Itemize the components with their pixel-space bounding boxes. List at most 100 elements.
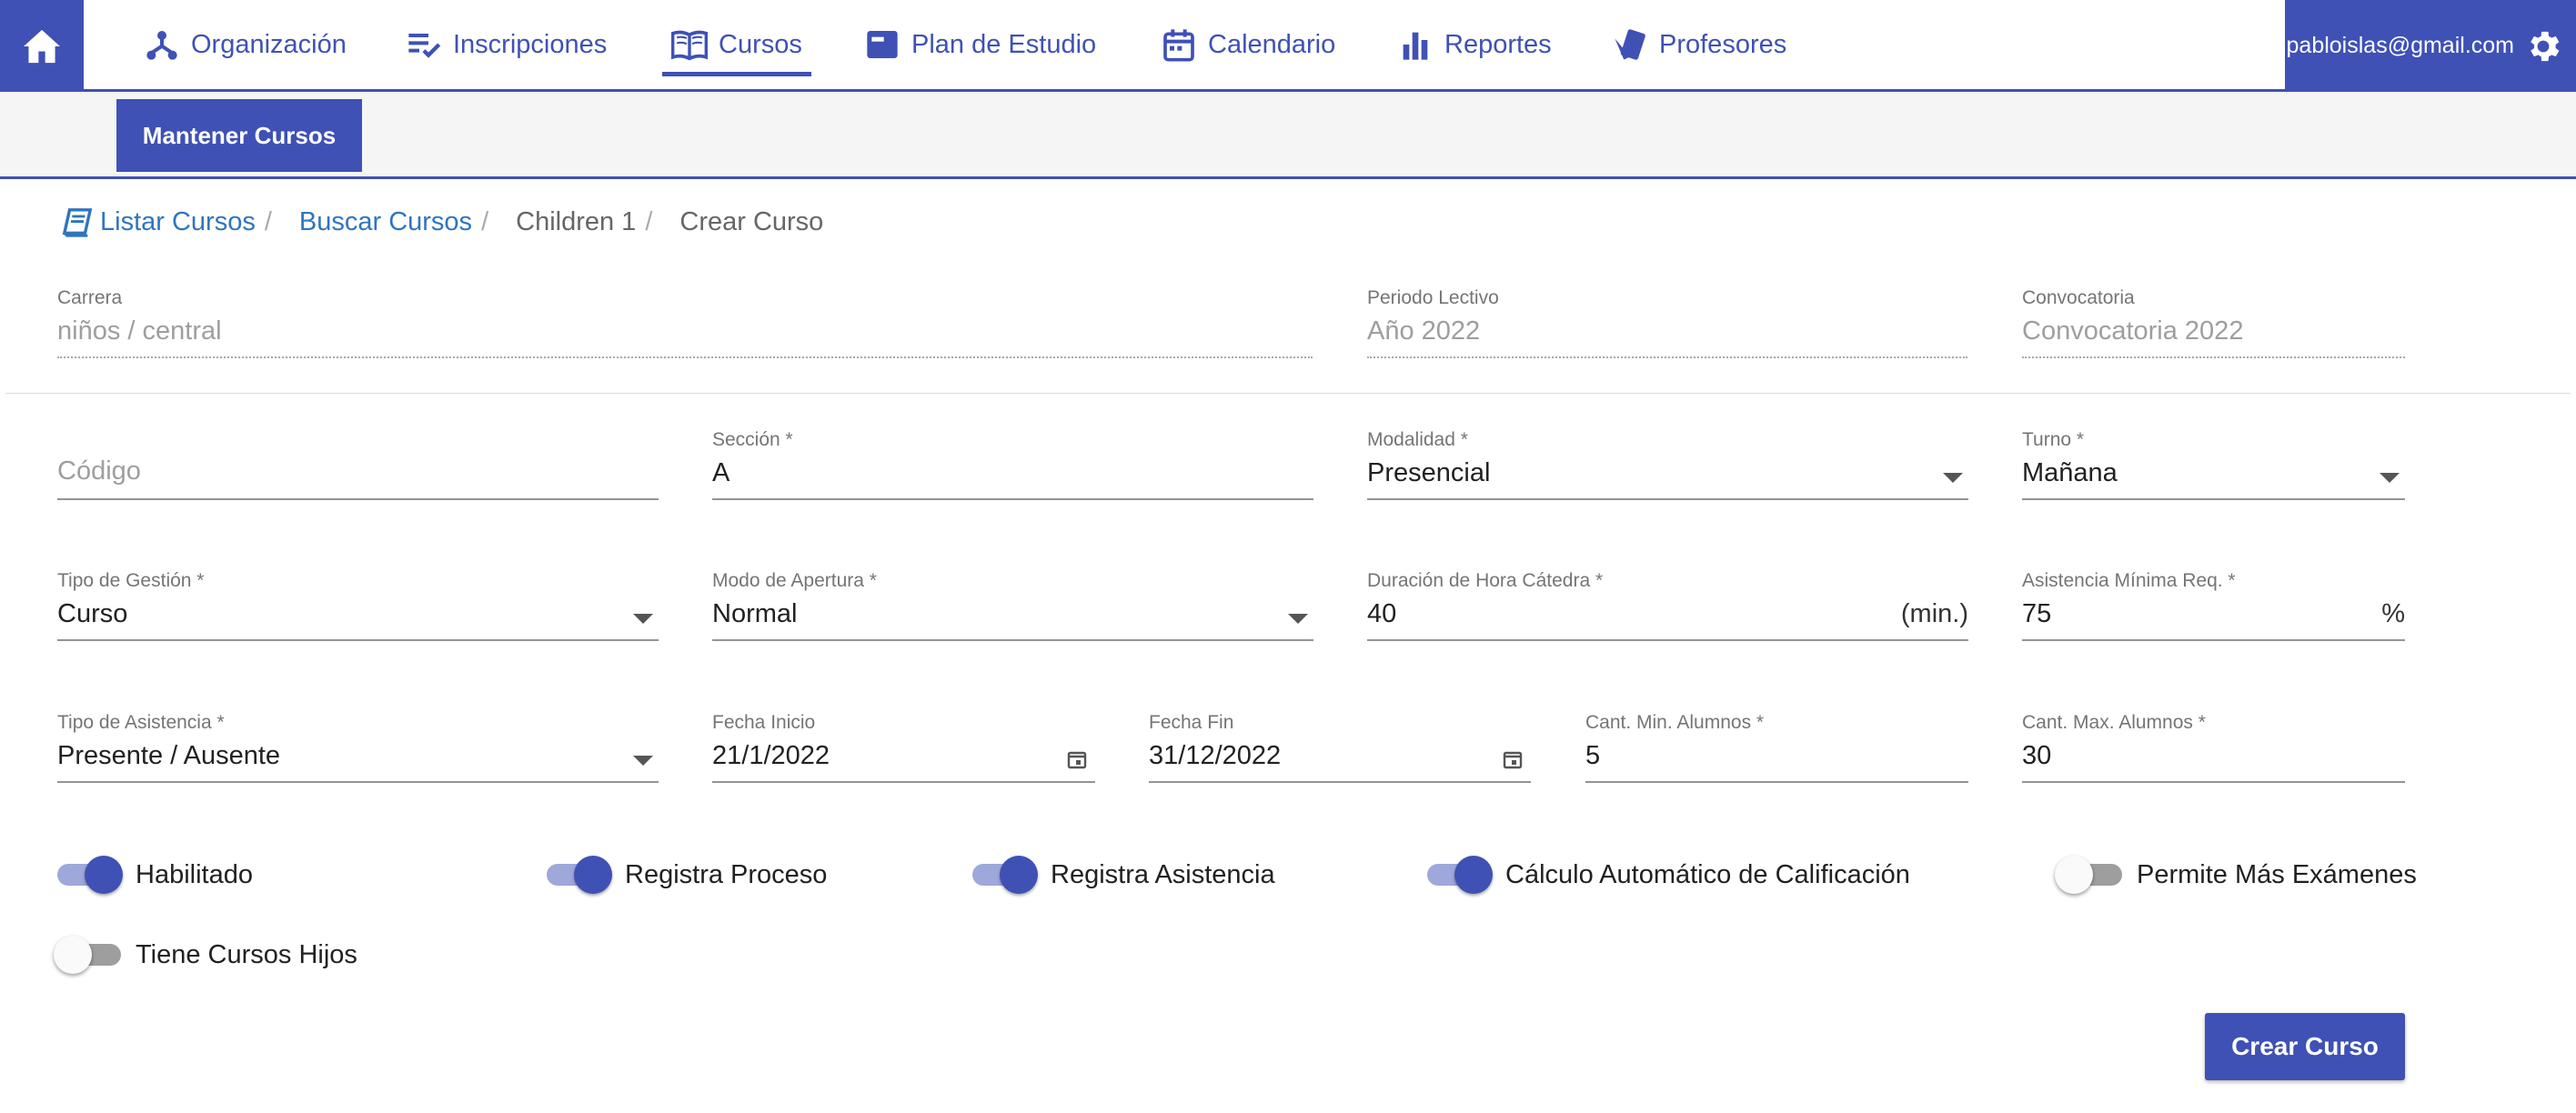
- switch-label: Permite Más Exámenes: [2137, 859, 2417, 889]
- periodo-value: Año 2022: [1367, 316, 1481, 346]
- breadcrumb-crear-curso: Crear Curso: [679, 207, 824, 236]
- modo-apertura-label: Modo de Apertura *: [712, 570, 877, 591]
- tipo-gestion-value: Curso: [57, 599, 128, 628]
- cant-max-alumnos-input[interactable]: Cant. Max. Alumnos * 30: [2022, 712, 2405, 785]
- tipo-asistencia-select[interactable]: Tipo de Asistencia * Presente / Ausente: [57, 712, 659, 785]
- dropdown-arrow-icon: [1943, 473, 1963, 483]
- toggle-track[interactable]: [2055, 856, 2122, 894]
- fecha-fin-value: 31/12/2022: [1149, 741, 1282, 770]
- seccion-input[interactable]: Sección * A: [712, 429, 1313, 502]
- gear-icon[interactable]: [2523, 26, 2563, 66]
- duracion-value: 40: [1367, 599, 1397, 628]
- nav-label: Calendario: [1208, 29, 1336, 59]
- nav-label: Plan de Estudio: [911, 29, 1097, 59]
- carrera-value: niños / central: [57, 316, 222, 346]
- calendar-icon: [1161, 26, 1197, 63]
- cards-icon: [1612, 26, 1648, 63]
- switch-label: Habilitado: [136, 859, 253, 889]
- toggle-track[interactable]: [1427, 856, 1493, 894]
- duracion-hora-input[interactable]: Duración de Hora Cátedra * 40 (min.): [1367, 570, 1968, 643]
- toggle-track[interactable]: [972, 856, 1038, 894]
- switch-tiene-cursos-hijos[interactable]: Tiene Cursos Hijos: [54, 932, 357, 978]
- nav-cursos[interactable]: Cursos: [662, 0, 811, 89]
- toggle-track[interactable]: [54, 936, 121, 974]
- switch-label: Cálculo Automático de Calificación: [1505, 859, 1910, 889]
- crear-curso-button[interactable]: Crear Curso: [2205, 1013, 2405, 1080]
- mantener-cursos-button[interactable]: Mantener Cursos: [116, 99, 362, 172]
- book-open-icon: [671, 26, 708, 63]
- turno-value: Mañana: [2022, 458, 2118, 487]
- fecha-fin-label: Fecha Fin: [1149, 712, 1234, 733]
- asistencia-min-label: Asistencia Mínima Req. *: [2022, 570, 2236, 591]
- periodo-lectivo-field: Periodo Lectivo Año 2022: [1367, 287, 1967, 360]
- user-menu[interactable]: pabloislas@gmail.com: [2285, 0, 2576, 92]
- codigo-placeholder: Código: [57, 456, 141, 486]
- carrera-label: Carrera: [57, 287, 123, 308]
- switch-label: Registra Asistencia: [1051, 859, 1275, 889]
- nav-plan-estudio[interactable]: Plan de Estudio: [864, 0, 1096, 89]
- switch-label: Tiene Cursos Hijos: [136, 939, 357, 969]
- modo-apertura-select[interactable]: Modo de Apertura * Normal: [712, 570, 1313, 643]
- dropdown-arrow-icon: [2380, 473, 2400, 483]
- codigo-input[interactable]: Código: [57, 429, 659, 502]
- cant-min-label: Cant. Min. Alumnos *: [1585, 712, 1765, 733]
- nav-profesores[interactable]: Profesores: [1612, 0, 1786, 89]
- top-navbar: Organización Inscripciones Cursos Plan d…: [0, 0, 2576, 92]
- breadcrumb: Listar Cursos / Buscar Cursos / Children…: [62, 207, 823, 237]
- tipo-gestion-select[interactable]: Tipo de Gestión * Curso: [57, 570, 659, 643]
- tipo-asistencia-value: Presente / Ausente: [57, 741, 281, 770]
- switch-permite-mas-examenes[interactable]: Permite Más Exámenes: [2055, 852, 2417, 897]
- modalidad-label: Modalidad *: [1367, 429, 1468, 450]
- dropdown-arrow-icon: [1288, 614, 1308, 624]
- turno-select[interactable]: Turno * Mañana: [2022, 429, 2405, 502]
- tipo-gestion-label: Tipo de Gestión *: [57, 570, 205, 591]
- switch-registra-asistencia[interactable]: Registra Asistencia: [972, 852, 1275, 897]
- modalidad-select[interactable]: Modalidad * Presencial: [1367, 429, 1968, 502]
- book-icon: [62, 207, 93, 237]
- breadcrumb-listar-cursos[interactable]: Listar Cursos: [100, 207, 256, 237]
- cant-max-value: 30: [2022, 741, 2052, 770]
- calendar-picker-icon[interactable]: [1066, 748, 1088, 770]
- toggle-track[interactable]: [57, 856, 123, 894]
- modo-apertura-value: Normal: [712, 599, 798, 628]
- nav-label: Reportes: [1444, 29, 1552, 59]
- fecha-inicio-value: 21/1/2022: [712, 741, 830, 770]
- home-button[interactable]: [0, 0, 84, 92]
- cant-min-value: 5: [1585, 741, 1601, 770]
- cant-min-alumnos-input[interactable]: Cant. Min. Alumnos * 5: [1585, 712, 1968, 785]
- switch-label: Registra Proceso: [625, 859, 828, 889]
- modalidad-value: Presencial: [1367, 458, 1491, 487]
- nav-reportes[interactable]: Reportes: [1397, 0, 1552, 89]
- tipo-asistencia-label: Tipo de Asistencia *: [57, 712, 225, 733]
- section-divider: [5, 393, 2571, 394]
- duracion-suffix: (min.): [1900, 599, 1968, 628]
- switch-habilitado[interactable]: Habilitado: [57, 852, 253, 897]
- seccion-label: Sección *: [712, 429, 793, 450]
- breadcrumb-buscar-cursos[interactable]: Buscar Cursos: [299, 207, 472, 237]
- seccion-value: A: [712, 458, 730, 487]
- fecha-fin-input[interactable]: Fecha Fin 31/12/2022: [1149, 712, 1531, 785]
- nav-label: Cursos: [719, 29, 802, 59]
- breadcrumb-separator: /: [264, 207, 272, 236]
- convocatoria-value: Convocatoria 2022: [2022, 316, 2244, 346]
- calendar-picker-icon[interactable]: [1502, 748, 1524, 770]
- dropdown-arrow-icon: [633, 614, 653, 624]
- sub-navbar: Mantener Cursos: [0, 92, 2576, 179]
- cant-max-label: Cant. Max. Alumnos *: [2022, 712, 2206, 733]
- switch-calculo-automatico[interactable]: Cálculo Automático de Calificación: [1427, 852, 1910, 897]
- nav-inscripciones[interactable]: Inscripciones: [406, 0, 607, 89]
- periodo-label: Periodo Lectivo: [1367, 287, 1499, 308]
- nav-organizacion[interactable]: Organización: [144, 0, 347, 89]
- convocatoria-field: Convocatoria Convocatoria 2022: [2022, 287, 2405, 360]
- turno-label: Turno *: [2022, 429, 2085, 450]
- asistencia-min-value: 75: [2022, 599, 2052, 628]
- asistencia-minima-input[interactable]: Asistencia Mínima Req. * 75 %: [2022, 570, 2405, 643]
- toggle-track[interactable]: [547, 856, 612, 894]
- bar-chart-icon: [1397, 26, 1434, 63]
- fecha-inicio-input[interactable]: Fecha Inicio 21/1/2022: [712, 712, 1095, 785]
- switch-registra-proceso[interactable]: Registra Proceso: [547, 852, 827, 897]
- breadcrumb-separator: /: [481, 207, 489, 236]
- convocatoria-label: Convocatoria: [2022, 287, 2135, 308]
- carrera-field: Carrera niños / central: [57, 287, 1313, 360]
- nav-calendario[interactable]: Calendario: [1161, 0, 1335, 89]
